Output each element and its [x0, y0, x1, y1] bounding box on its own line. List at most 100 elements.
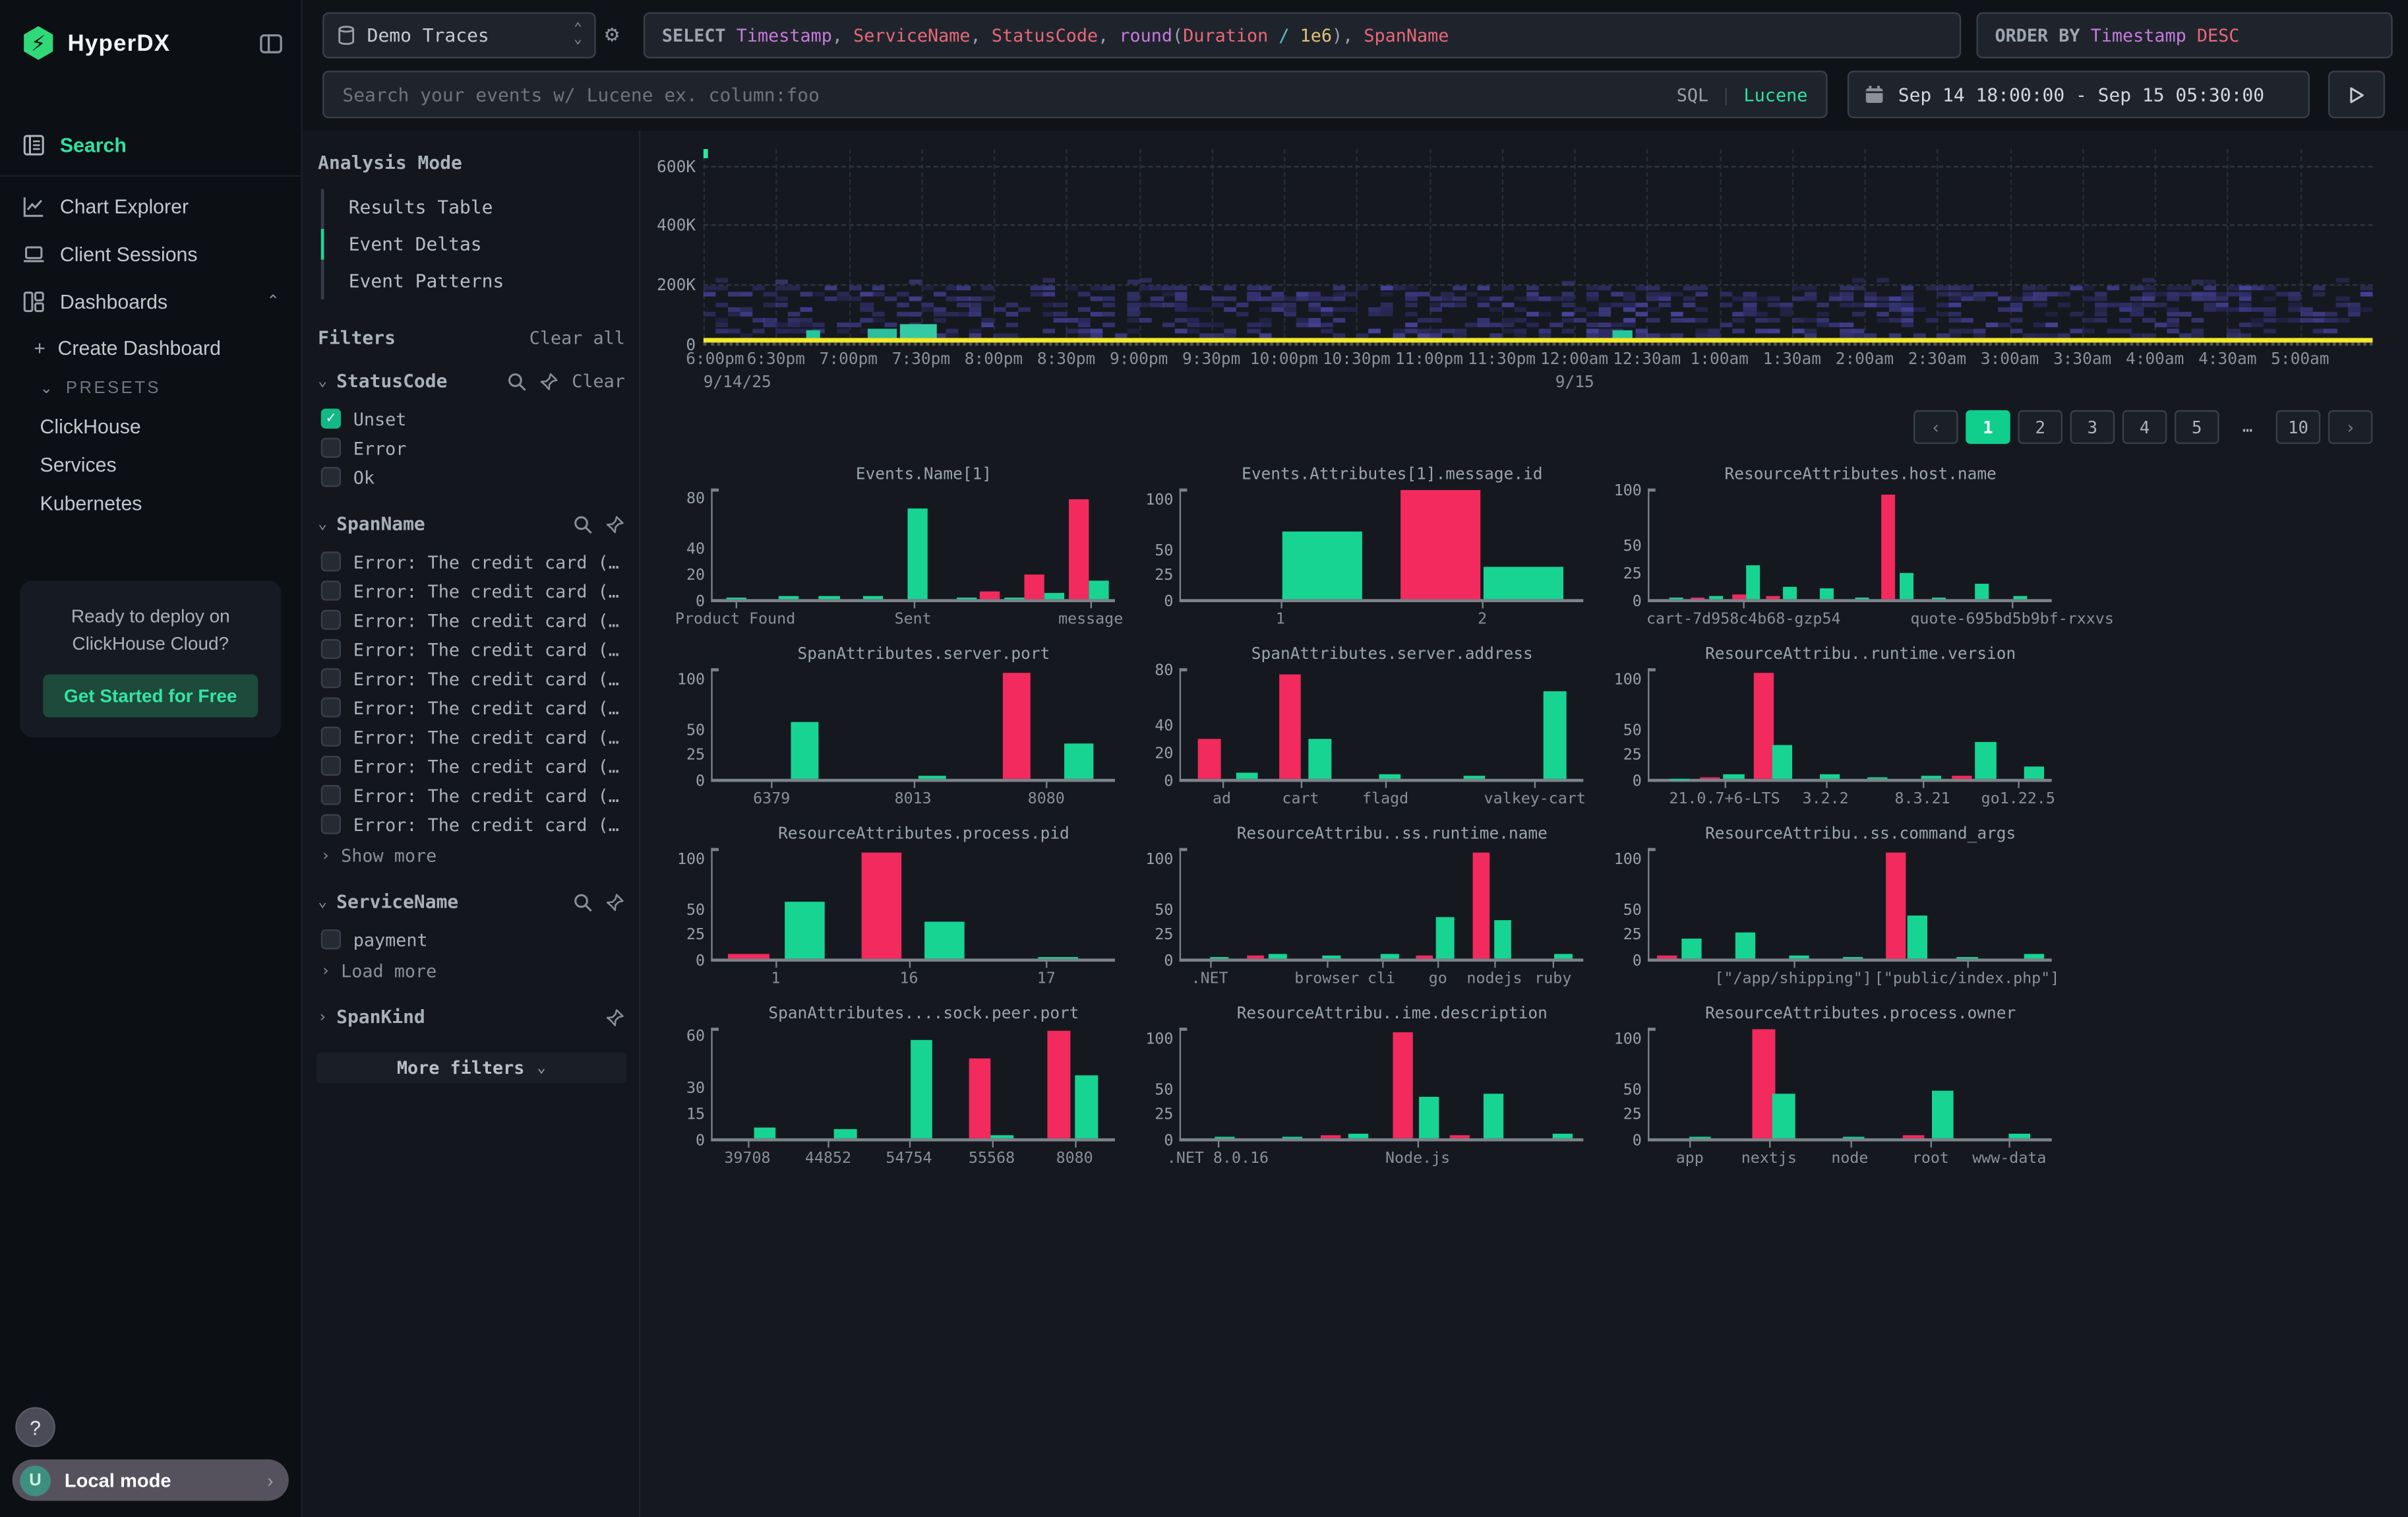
search-icon[interactable]	[573, 892, 593, 912]
pagination-page-3[interactable]: 3	[2070, 410, 2115, 444]
filter-option-spanname[interactable]: Error: The credit card (…	[316, 605, 625, 635]
bar	[1215, 1136, 1235, 1138]
heatmap-cell	[1828, 297, 1841, 301]
checkbox[interactable]	[321, 756, 341, 776]
pagination-page-2[interactable]: 2	[2018, 410, 2062, 444]
checkbox[interactable]	[321, 814, 341, 834]
source-select[interactable]: Demo Traces ⌃⌄	[322, 13, 596, 59]
search-icon[interactable]	[507, 371, 527, 390]
gear-icon[interactable]: ⚙	[605, 20, 619, 47]
heatmap-cell	[2227, 292, 2240, 296]
x-tick-label: 1:30am	[1763, 350, 1821, 369]
analysis-mode-event-deltas[interactable]: Event Deltas	[324, 226, 624, 263]
heatmap-cell	[837, 323, 849, 328]
sidebar-item-kubernetes[interactable]: Kubernetes	[0, 484, 301, 522]
pagination-page-5[interactable]: 5	[2175, 410, 2219, 444]
pagination-prev-button[interactable]: ‹	[1913, 410, 1958, 444]
filter-group-statuscode[interactable]: ⌄ StatusCode Clear	[318, 370, 625, 392]
filter-option-statuscode[interactable]: ✓Unset	[316, 404, 625, 433]
orderby-clause-input[interactable]: ORDER BY Timestamp DESC	[1977, 13, 2393, 59]
filter-option-spanname[interactable]: Error: The credit card (…	[316, 635, 625, 664]
filter-option-servicename[interactable]: payment	[316, 925, 625, 954]
bar	[1974, 583, 1988, 599]
checkbox[interactable]	[321, 697, 341, 717]
load-more-button[interactable]: › Load more	[316, 954, 625, 985]
select-clause-input[interactable]: SELECT Timestamp, ServiceName, StatusCod…	[644, 13, 1961, 59]
analysis-mode-event-patterns[interactable]: Event Patterns	[324, 263, 624, 299]
sidebar-item-chart-explorer[interactable]: Chart Explorer	[0, 183, 301, 230]
event-search-input[interactable]: Search your events w/ Lucene ex. column:…	[322, 71, 1827, 118]
filter-option-statuscode[interactable]: Ok	[316, 462, 625, 491]
pagination-next-button[interactable]: ›	[2328, 410, 2373, 444]
pin-icon[interactable]	[539, 371, 559, 390]
filter-group-servicename[interactable]: ⌄ ServiceName	[318, 891, 625, 913]
sidebar-item-dashboards[interactable]: Dashboards ⌃	[0, 278, 301, 326]
filter-group-spanname[interactable]: ⌄ SpanName	[318, 513, 625, 535]
checkbox[interactable]	[321, 639, 341, 659]
checkbox[interactable]	[321, 785, 341, 805]
checkbox[interactable]	[321, 929, 341, 949]
heatmap-cell	[2082, 328, 2095, 333]
heatmap-cell	[1768, 297, 1780, 301]
pin-icon[interactable]	[605, 1007, 625, 1027]
pin-icon[interactable]	[605, 514, 625, 534]
divider	[0, 175, 301, 177]
checkbox[interactable]	[321, 610, 341, 630]
sidebar-item-services[interactable]: Services	[0, 445, 301, 483]
help-button[interactable]: ?	[15, 1407, 55, 1447]
filter-option-statuscode[interactable]: Error	[316, 433, 625, 462]
presets-toggle[interactable]: ⌄ PRESETS	[0, 370, 301, 407]
heatmap-cell	[1877, 313, 1889, 317]
lucene-mode-button[interactable]: Lucene	[1744, 84, 1808, 106]
show-more-button[interactable]: › Show more	[316, 839, 625, 870]
run-query-button[interactable]	[2328, 71, 2385, 118]
checkbox[interactable]	[321, 438, 341, 458]
sidebar-item-search[interactable]: Search	[0, 121, 301, 169]
chevron-up-icon[interactable]: ⌃	[266, 294, 280, 311]
filter-option-spanname[interactable]: Error: The credit card (…	[316, 664, 625, 693]
chevron-down-icon: ⌄	[318, 515, 327, 532]
more-filters-button[interactable]: More filters ⌄	[316, 1052, 626, 1083]
sidebar-collapse-icon[interactable]	[260, 32, 283, 55]
search-icon[interactable]	[573, 514, 593, 534]
bar-chart: ResourceAttributes.process.pid0255010011…	[668, 825, 1136, 1005]
checkbox[interactable]	[321, 580, 341, 600]
bar	[1322, 956, 1340, 959]
filter-option-spanname[interactable]: Error: The credit card (…	[316, 722, 625, 751]
sql-mode-button[interactable]: SQL	[1677, 84, 1708, 106]
clear-all-button[interactable]: Clear all	[529, 327, 625, 349]
pagination-page-4[interactable]: 4	[2122, 410, 2167, 444]
heatmap-cell	[2058, 292, 2070, 296]
heatmap-cell	[1175, 307, 1188, 312]
clear-group-button[interactable]: Clear	[572, 370, 625, 392]
filter-group-spankind[interactable]: › SpanKind	[318, 1006, 625, 1028]
checkbox[interactable]	[321, 467, 341, 487]
filter-option-spanname[interactable]: Error: The credit card (…	[316, 693, 625, 722]
y-tick-label: 25	[686, 748, 705, 765]
analysis-mode-results-table[interactable]: Results Table	[324, 189, 624, 226]
checkbox[interactable]: ✓	[321, 409, 341, 429]
timechart-plot[interactable]	[704, 149, 2373, 346]
sidebar-item-clickhouse[interactable]: ClickHouse	[0, 407, 301, 445]
bar	[1282, 1137, 1302, 1138]
filter-option-spanname[interactable]: Error: The credit card (…	[316, 809, 625, 838]
pagination-page-10[interactable]: 10	[2276, 410, 2321, 444]
filter-option-spanname[interactable]: Error: The credit card (…	[316, 751, 625, 780]
checkbox[interactable]	[321, 668, 341, 688]
heatmap-cell	[1514, 328, 1526, 333]
checkbox[interactable]	[321, 727, 341, 747]
filter-option-label: Error: The credit card (…	[353, 551, 619, 573]
filter-option-spanname[interactable]: Error: The credit card (…	[316, 780, 625, 809]
checkbox[interactable]	[321, 551, 341, 571]
filter-option-spanname[interactable]: Error: The credit card (…	[316, 576, 625, 605]
date-range-picker[interactable]: Sep 14 18:00:00 - Sep 15 05:30:00	[1848, 71, 2310, 118]
get-started-button[interactable]: Get Started for Free	[43, 674, 258, 717]
x-tick-mark	[771, 782, 773, 788]
pin-icon[interactable]	[605, 892, 625, 912]
sidebar-item-client-sessions[interactable]: Client Sessions	[0, 230, 301, 278]
local-mode-button[interactable]: U Local mode ›	[13, 1460, 289, 1501]
chevron-down-icon: ⌄	[318, 373, 327, 390]
pagination-page-1[interactable]: 1	[1966, 410, 2010, 444]
create-dashboard-button[interactable]: + Create Dashboard	[0, 326, 301, 371]
filter-option-spanname[interactable]: Error: The credit card (…	[316, 547, 625, 576]
